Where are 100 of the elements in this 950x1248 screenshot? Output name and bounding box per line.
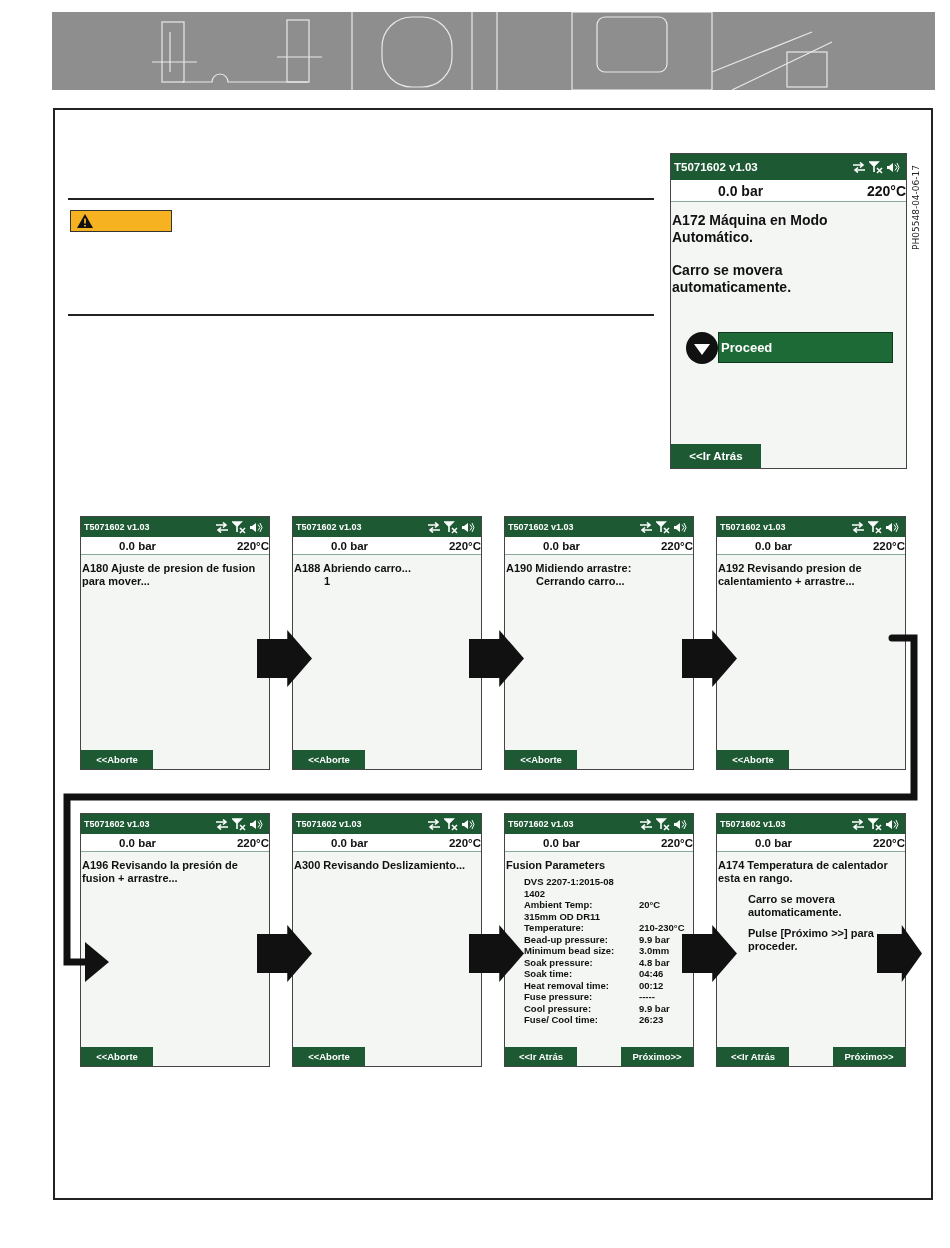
transfer-icon [639,818,653,830]
speaker-icon [249,818,263,830]
parameter-label: Ambient Temp: [524,899,594,911]
signal-off-icon [444,817,458,831]
pressure-reading: 0.0 bar [331,836,369,849]
parameter-value: 4.8 bar [639,956,670,969]
detail-text: DVS 2207-1:2015-08 [523,876,615,888]
parameter-value: 9.9 bar [639,1002,670,1015]
transfer-icon [852,161,866,173]
message-text: A188 Abriendo carro... [294,562,412,576]
softkey-button[interactable]: <<Ir Atrás [671,444,761,468]
parameter-value: 9.9 bar [639,933,670,946]
pressure-reading: 0.0 bar [119,539,157,552]
parameter-value: 210-230°C [639,922,685,934]
softkey-button[interactable]: <<Ir Atrás [505,1047,577,1066]
transfer-icon [851,818,865,830]
temperature-reading: 220°C [236,836,269,849]
parameter-value: 3.0mm [639,945,670,957]
message-text: A192 Revisando presion de calentamiento + arrastre... [718,562,863,589]
softkey-button[interactable]: <<Aborte [293,750,365,769]
pressure-reading: 0.0 bar [543,539,581,552]
parameter-label: Minimum bead size: [524,945,616,957]
device-title: T5071602 v1.03 [84,819,150,829]
parameter-label: Fuse/ Cool time: [524,1014,599,1026]
parameter-value: 20°C [639,899,661,911]
parameter-label: Bead-up pressure: [524,933,609,946]
message-text: A190 Midiendo arrastre: [506,562,633,576]
flow-arrow [257,630,312,687]
softkey-button[interactable]: <<Aborte [81,750,153,769]
message-text: A300 Revisando Deslizamiento... [294,859,467,873]
signal-off-icon [656,817,670,831]
pressure-reading: 0.0 bar [119,836,157,849]
parameter-value: ----- [639,991,655,1003]
signal-off-icon [869,160,883,174]
transfer-icon [427,521,441,533]
flow-arrow [469,630,524,687]
parameter-label: Soak pressure: [524,956,594,969]
parameter-label: Cool pressure: [524,1002,593,1015]
speaker-icon [249,521,263,533]
device-title: T5071602 v1.03 [84,522,150,532]
transfer-icon [215,521,229,533]
pressure-reading: 0.0 bar [755,539,793,552]
parameter-label: Heat removal time: [524,979,610,992]
message-text: A174 Temperatura de calentador esta en rango. [718,859,889,886]
reference-code: PH05548-04-06-17 [911,165,921,250]
signal-off-icon [232,817,246,831]
softkey-button[interactable]: <<Aborte [505,750,577,769]
message-text: Carro se movera automaticamente. [672,262,793,296]
signal-off-icon [868,817,882,831]
parameter-label: Temperature: [524,922,585,934]
device-title: T5071602 v1.03 [720,819,786,829]
transfer-icon [639,521,653,533]
softkey-button[interactable]: Próximo>> [621,1047,693,1066]
softkey-button[interactable]: <<Aborte [293,1047,365,1066]
parameter-value: 04:46 [639,968,664,980]
message-text: A180 Ajuste de presion de fusion para mover... [82,562,257,589]
device-title: T5071602 v1.03 [720,522,786,532]
temperature-reading: 220°C [872,836,905,849]
temperature-reading: 220°C [866,182,906,199]
transfer-icon [215,818,229,830]
softkey-button[interactable]: <<Aborte [717,750,789,769]
pressure-reading: 0.0 bar [331,539,369,552]
parameter-value: 26:23 [639,1014,664,1026]
flow-arrow [257,925,312,982]
signal-off-icon [868,520,882,534]
softkey-button[interactable]: <<Ir Atrás [717,1047,789,1066]
instruction-text: Pulse [Próximo >>] para proceder. [747,927,875,954]
parameter-value: 00:12 [639,979,664,992]
temperature-reading: 220°C [236,539,269,552]
pressure-reading: 0.0 bar [718,182,764,199]
message-text: A172 Máquina en Modo Automático. [672,212,829,246]
speaker-icon [886,161,900,173]
proceed-button[interactable]: Proceed [718,332,893,364]
flow-arrow [682,630,737,687]
message-text: Fusion Parameters [506,859,607,873]
instruction-text: Carro se movera automaticamente. [747,893,843,920]
temperature-reading: 220°C [872,539,905,552]
temperature-reading: 220°C [660,539,693,552]
device-title: T5071602 v1.03 [674,161,758,173]
device-title: T5071602 v1.03 [508,522,574,532]
pressure-reading: 0.0 bar [755,836,793,849]
speaker-icon [673,521,687,533]
flow-arrow [682,925,737,982]
signal-off-icon [232,520,246,534]
temperature-reading: 220°C [448,539,481,552]
signal-off-icon [444,520,458,534]
warning-icon [77,214,93,228]
speaker-icon [885,818,899,830]
flow-arrow [469,925,524,982]
status-text: 1 [323,575,332,589]
status-text: Cerrando carro... [535,575,626,589]
softkey-button[interactable]: <<Aborte [81,1047,153,1066]
device-title: T5071602 v1.03 [296,819,362,829]
speaker-icon [673,818,687,830]
detail-text: 315mm OD DR11 [523,910,602,923]
message-text: A196 Revisando la presión de fusion + arrastre... [82,859,239,886]
temperature-reading: 220°C [660,836,693,849]
softkey-button[interactable]: Próximo>> [833,1047,905,1066]
speaker-icon [885,521,899,533]
detail-text: 1402 [523,887,547,900]
